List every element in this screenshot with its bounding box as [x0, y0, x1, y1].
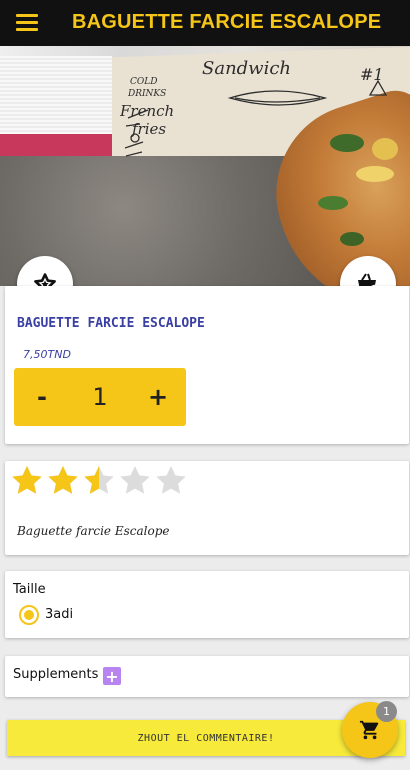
supplements-card: Supplements + — [5, 656, 409, 697]
rating-description-card: Baguette farcie Escalope — [5, 461, 409, 555]
quantity-stepper: - 1 + — [14, 368, 186, 426]
svg-text:#1: #1 — [360, 65, 384, 84]
star-icon[interactable] — [117, 463, 153, 499]
sandwich-box-print: COLD DRINKS Sandwich French fries #1 — [120, 60, 388, 157]
size-option-radio[interactable] — [19, 605, 39, 625]
svg-text:DRINKS: DRINKS — [127, 89, 166, 99]
decrement-button[interactable]: - — [14, 368, 70, 426]
plus-icon[interactable]: + — [103, 667, 121, 686]
product-description: Baguette farcie Escalope — [17, 524, 170, 538]
svg-text:Sandwich: Sandwich — [202, 60, 291, 79]
radio-selected-dot — [24, 610, 34, 620]
size-option-label[interactable]: 3adi — [45, 607, 73, 622]
svg-text:French: French — [120, 102, 174, 120]
shopping-cart-icon — [359, 720, 379, 740]
star-icon[interactable] — [153, 463, 189, 499]
product-photo: COLD DRINKS Sandwich French fries #1 — [0, 46, 410, 286]
star-icon[interactable] — [9, 463, 45, 499]
page-title: BAGUETTE FARCIE ESCALOPE — [72, 11, 382, 33]
star-rating[interactable] — [9, 463, 189, 499]
svg-text:COLD: COLD — [130, 77, 157, 87]
star-icon[interactable] — [81, 463, 117, 499]
size-card: Taille 3adi — [5, 571, 409, 638]
svg-text:fries: fries — [131, 120, 166, 138]
app-bar: BAGUETTE FARCIE ESCALOPE — [0, 0, 410, 46]
product-name: BAGUETTE FARCIE ESCALOPE — [17, 316, 205, 331]
cart-count-badge: 1 — [376, 701, 397, 722]
product-info-card: BAGUETTE FARCIE ESCALOPE 7,50TND - 1 + — [5, 286, 409, 444]
supplements-label: Supplements — [13, 667, 99, 682]
quantity-value: 1 — [92, 383, 108, 411]
hamburger-menu-icon[interactable] — [16, 14, 38, 31]
star-icon[interactable] — [45, 463, 81, 499]
size-label: Taille — [13, 582, 46, 597]
product-price: 7,50TND — [23, 348, 71, 361]
increment-button[interactable]: + — [130, 368, 186, 426]
